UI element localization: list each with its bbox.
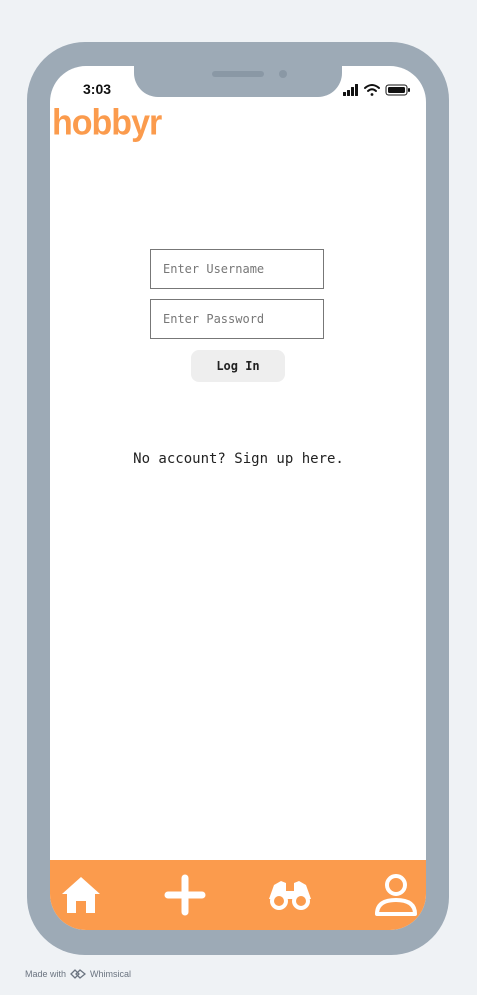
footer-brand: Whimsical xyxy=(90,969,132,979)
whimsical-footer: Made with Whimsical xyxy=(25,969,131,979)
plus-icon xyxy=(164,874,206,916)
nav-home-button[interactable] xyxy=(51,860,111,930)
whimsical-logo-icon xyxy=(70,969,87,979)
bottom-nav-bar xyxy=(50,860,426,930)
footer-made-with: Made with xyxy=(25,969,67,979)
nav-explore-button[interactable] xyxy=(260,860,320,930)
status-icons xyxy=(343,84,410,96)
wifi-icon xyxy=(364,84,380,96)
nav-add-button[interactable] xyxy=(155,860,215,930)
profile-icon xyxy=(375,874,417,916)
username-input[interactable] xyxy=(150,249,324,289)
front-camera xyxy=(279,70,287,78)
signup-link[interactable]: No account? Sign up here. xyxy=(0,451,477,467)
signal-icon xyxy=(343,84,358,96)
hobbyr-logo: hobbyr xyxy=(52,103,162,143)
home-icon xyxy=(62,877,100,913)
speaker-grille xyxy=(212,71,264,77)
phone-screen xyxy=(50,66,426,930)
battery-icon xyxy=(385,84,410,96)
password-input[interactable] xyxy=(150,299,324,339)
status-time: 3:03 xyxy=(83,81,112,97)
nav-profile-button[interactable] xyxy=(366,860,426,930)
binoculars-icon xyxy=(269,881,311,910)
login-button[interactable]: Log In xyxy=(191,350,285,382)
